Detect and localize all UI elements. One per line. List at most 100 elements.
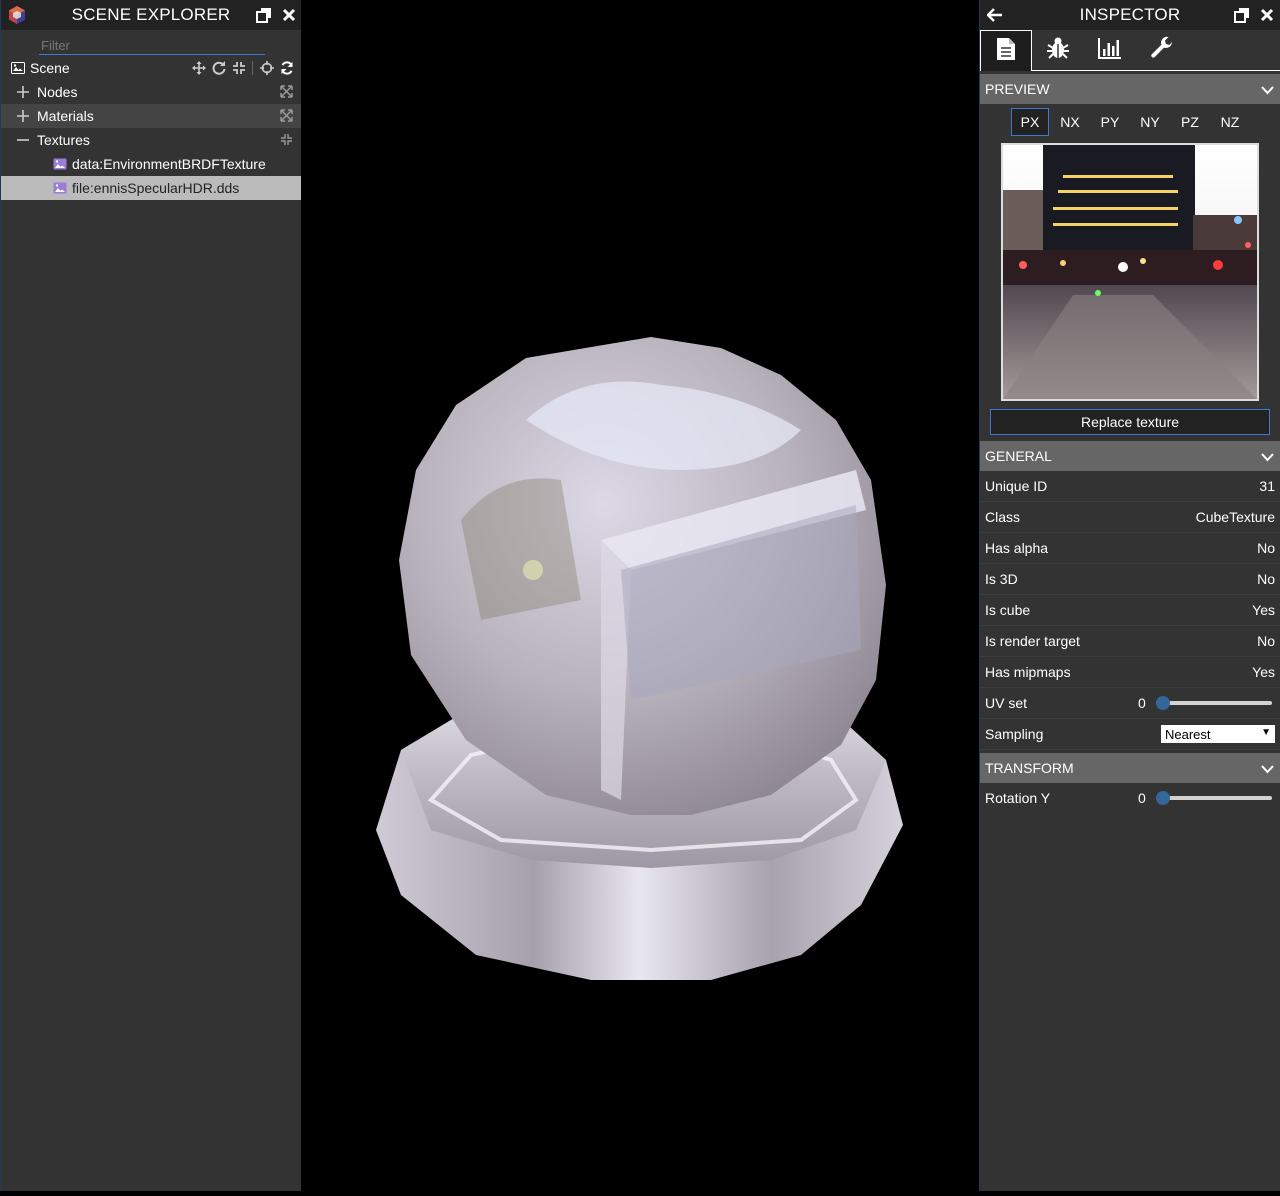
toolbar-divider xyxy=(252,60,253,75)
property-label: Has alpha xyxy=(985,540,1049,556)
sampling-selected-value: Nearest xyxy=(1165,726,1211,742)
uv-set-value: 0 xyxy=(1138,695,1146,711)
refresh-icon[interactable] xyxy=(279,60,294,75)
scene-explorer-title: SCENE EXPLORER xyxy=(71,5,231,24)
slider-handle[interactable] xyxy=(1156,696,1170,710)
property-value: Yes xyxy=(1252,602,1275,618)
rotation-y-slider[interactable] xyxy=(1156,791,1272,805)
property-label: Class xyxy=(985,509,1021,525)
popout-icon[interactable] xyxy=(1233,6,1251,24)
tree-item-label: Textures xyxy=(37,132,90,148)
tab-statistics[interactable] xyxy=(1084,30,1136,70)
tree-item-materials[interactable]: Materials xyxy=(1,104,301,128)
tree-item-texture-selected[interactable]: file:ennisSpecularHDR.dds xyxy=(1,176,301,200)
tab-debug[interactable] xyxy=(1032,30,1084,70)
inspector-pane: INSPECTOR PREVIEW PX NX PY NY PZ NZ Repl… xyxy=(979,0,1280,1191)
property-value: 31 xyxy=(1259,478,1275,494)
expand-plus-icon[interactable] xyxy=(16,109,30,123)
general-section-header[interactable]: GENERAL xyxy=(980,441,1280,471)
property-row-unique-id: Unique ID 31 xyxy=(980,471,1280,502)
property-label: Is cube xyxy=(985,602,1031,618)
transform-section-header[interactable]: TRANSFORM xyxy=(980,753,1280,783)
popout-icon[interactable] xyxy=(255,6,273,24)
tree-item-textures[interactable]: Textures xyxy=(1,128,301,152)
tree-item-texture[interactable]: data:EnvironmentBRDFTexture xyxy=(1,152,301,176)
tree-item-label: data:EnvironmentBRDFTexture xyxy=(72,156,266,172)
close-icon[interactable] xyxy=(1258,6,1276,24)
property-row-sampling: Sampling Nearest ▼ xyxy=(980,719,1280,750)
sampling-select[interactable]: Nearest ▼ xyxy=(1161,725,1275,743)
rotation-y-value: 0 xyxy=(1138,790,1146,806)
scale-gizmo-icon[interactable] xyxy=(231,60,246,75)
property-row-has-mipmaps: Has mipmaps Yes xyxy=(980,657,1280,688)
tree-item-label: file:ennisSpecularHDR.dds xyxy=(72,180,240,196)
property-value: Yes xyxy=(1252,664,1275,680)
property-value: No xyxy=(1257,571,1275,587)
chevron-down-icon xyxy=(1261,82,1274,98)
property-label: Is render target xyxy=(985,633,1080,649)
bug-icon xyxy=(1046,36,1070,65)
expand-all-icon[interactable] xyxy=(280,85,293,101)
section-title: GENERAL xyxy=(985,448,1052,464)
tree-item-label: Nodes xyxy=(37,84,78,100)
expand-plus-icon[interactable] xyxy=(16,85,30,99)
property-label: Sampling xyxy=(985,726,1044,742)
property-row-has-alpha: Has alpha No xyxy=(980,533,1280,564)
slider-handle[interactable] xyxy=(1156,791,1170,805)
texture-image-icon xyxy=(53,182,67,194)
property-label: Rotation Y xyxy=(985,790,1051,806)
filter-input[interactable] xyxy=(39,36,265,55)
move-gizmo-icon[interactable] xyxy=(191,60,206,75)
chevron-down-icon xyxy=(1261,449,1274,465)
chevron-down-icon xyxy=(1261,761,1274,777)
face-button-nz[interactable]: NZ xyxy=(1211,108,1249,136)
property-label: Is 3D xyxy=(985,571,1018,587)
property-value: No xyxy=(1257,540,1275,556)
tab-tools[interactable] xyxy=(1136,30,1188,70)
collapse-minus-icon[interactable] xyxy=(16,133,30,147)
back-arrow-icon[interactable] xyxy=(986,6,1004,24)
property-row-rotation-y: Rotation Y 0 xyxy=(980,783,1280,813)
replace-texture-button[interactable]: Replace texture xyxy=(990,409,1270,435)
property-value: CubeTexture xyxy=(1195,509,1275,525)
expand-all-icon[interactable] xyxy=(280,109,293,125)
scene-toolbar xyxy=(191,60,294,75)
inspector-header: INSPECTOR xyxy=(980,0,1280,30)
face-button-pz[interactable]: PZ xyxy=(1171,108,1209,136)
property-row-is-cube: Is cube Yes xyxy=(980,595,1280,626)
property-label: Has mipmaps xyxy=(985,664,1071,680)
scene-explorer-pane: SCENE EXPLORER Scene xyxy=(0,0,301,1191)
render-canvas[interactable] xyxy=(301,0,979,1191)
inspector-tab-bar xyxy=(980,30,1280,71)
rendered-sphere-on-pedestal xyxy=(376,337,903,980)
face-button-nx[interactable]: NX xyxy=(1051,108,1089,136)
face-button-px[interactable]: PX xyxy=(1011,108,1049,136)
property-value: No xyxy=(1257,633,1275,649)
preview-section-header[interactable]: PREVIEW xyxy=(980,74,1280,104)
cube-face-selector: PX NX PY NY PZ NZ xyxy=(980,104,1280,140)
property-row-uv-set: UV set 0 xyxy=(980,688,1280,719)
face-button-ny[interactable]: NY xyxy=(1131,108,1169,136)
face-button-py[interactable]: PY xyxy=(1091,108,1129,136)
section-title: TRANSFORM xyxy=(985,760,1074,776)
property-row-is-3d: Is 3D No xyxy=(980,564,1280,595)
tree-item-nodes[interactable]: Nodes xyxy=(1,80,301,104)
picking-target-icon[interactable] xyxy=(259,60,274,75)
babylon-logo-icon xyxy=(7,5,27,30)
wrench-icon xyxy=(1150,36,1174,65)
property-row-class: Class CubeTexture xyxy=(980,502,1280,533)
tab-properties[interactable] xyxy=(980,30,1032,71)
filter-container xyxy=(1,30,301,56)
tree-item-scene[interactable]: Scene xyxy=(1,56,301,80)
property-row-is-render-target: Is render target No xyxy=(980,626,1280,657)
property-label: Unique ID xyxy=(985,478,1048,494)
uv-set-slider[interactable] xyxy=(1156,696,1272,710)
chart-icon xyxy=(1098,37,1122,64)
rotate-gizmo-icon[interactable] xyxy=(211,60,226,75)
close-icon[interactable] xyxy=(280,6,298,24)
section-title: PREVIEW xyxy=(985,81,1050,97)
tree-item-label: Materials xyxy=(37,108,94,124)
texture-image-icon xyxy=(53,158,67,170)
property-label: UV set xyxy=(985,695,1028,711)
collapse-all-icon[interactable] xyxy=(280,133,293,149)
